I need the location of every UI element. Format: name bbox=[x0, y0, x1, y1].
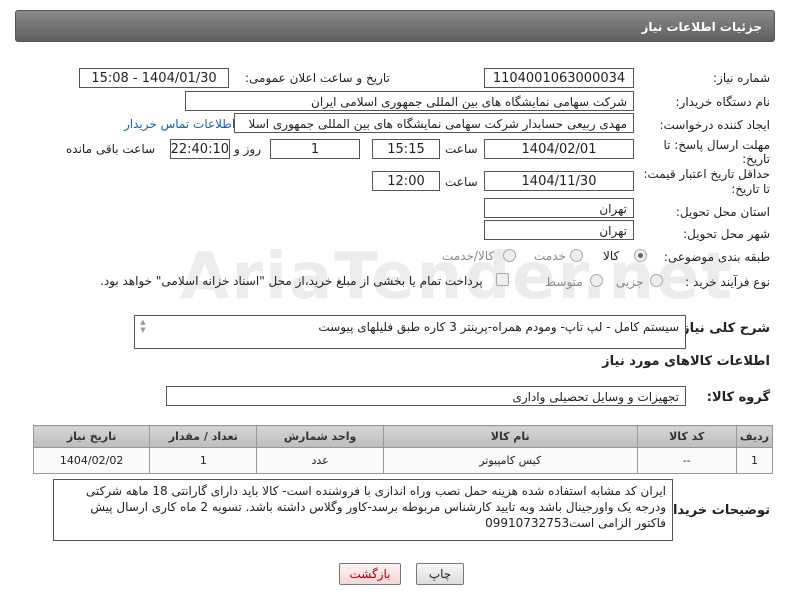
province-field: تهران bbox=[484, 198, 634, 218]
announce-label: تاریخ و ساعت اعلان عمومی: bbox=[245, 71, 390, 85]
cell-qty: 1 bbox=[149, 447, 258, 474]
col-header-name: نام کالا bbox=[382, 425, 638, 448]
goods-group-field: تجهیزات و وسایل تحصیلی واداری bbox=[166, 386, 686, 406]
buyer-notes-text: ایران کد مشابه استفاده شده هزینه حمل نصب… bbox=[85, 484, 666, 530]
process-radio-medium[interactable] bbox=[590, 274, 603, 287]
city-field: تهران bbox=[484, 220, 634, 240]
col-header-date: تاریخ نیاز bbox=[32, 425, 151, 448]
page-title: جزئیات اطلاعات نیاز bbox=[641, 20, 762, 34]
category-label: طبقه بندی موضوعی: bbox=[663, 250, 770, 264]
creator-label: ایجاد کننده درخواست: bbox=[659, 118, 770, 132]
process-option-minor: جزیی bbox=[616, 275, 644, 289]
description-label: شرح کلی نیاز: bbox=[676, 321, 770, 336]
deadline-time-label: ساعت bbox=[445, 142, 478, 156]
validity-time-field: 12:00 bbox=[372, 171, 440, 191]
remaining-time-field: 22:40:10 bbox=[170, 139, 230, 159]
col-header-row: ردیف bbox=[735, 425, 774, 448]
validity-label: حداقل تاریخ اعتبار قیمت: bbox=[643, 167, 770, 181]
print-button[interactable]: چاپ bbox=[416, 563, 464, 585]
items-table: ردیف کد کالا نام کالا واحد شمارش تعداد /… bbox=[32, 425, 774, 474]
city-label: شهر محل تحویل: bbox=[683, 227, 770, 241]
buyer-contact-link[interactable]: اطلاعات تماس خریدار bbox=[124, 117, 235, 131]
buyer-org-field: شرکت سهامی نمایشگاه های بین المللی جمهور… bbox=[185, 91, 634, 111]
category-option-goods: کالا bbox=[603, 249, 620, 263]
cell-name: کیس کامپیوتر bbox=[382, 447, 638, 474]
remaining-label: ساعت باقی مانده bbox=[66, 142, 156, 156]
need-number-label: شماره نیاز: bbox=[713, 71, 770, 85]
back-button[interactable]: بازگشت bbox=[339, 563, 401, 585]
deadline-date-field: 1404/02/01 bbox=[484, 139, 634, 159]
province-label: استان محل تحویل: bbox=[675, 205, 770, 219]
validity-date-field: 1404/11/30 bbox=[484, 171, 634, 191]
validity-label-2: تا تاریخ: bbox=[731, 182, 770, 196]
col-header-code: کد کالا bbox=[636, 425, 737, 448]
process-radio-minor[interactable] bbox=[650, 274, 663, 287]
deadline-label-2: تاریخ: bbox=[742, 152, 770, 166]
need-number-field: 1104001063000034 bbox=[484, 68, 634, 88]
col-header-qty: تعداد / مقدار bbox=[149, 425, 258, 448]
validity-time-label: ساعت bbox=[445, 175, 478, 189]
col-header-unit: واحد شمارش bbox=[256, 425, 384, 448]
process-label: نوع فرآیند خرید : bbox=[685, 275, 770, 289]
treasury-payment-checkbox[interactable] bbox=[496, 273, 509, 286]
category-option-service: خدمت bbox=[534, 249, 566, 263]
days-label: روز و bbox=[234, 142, 261, 156]
cell-row: 1 bbox=[735, 447, 774, 474]
creator-field: مهدی ربیعی حسابدار شرکت سهامی نمایشگاه ه… bbox=[234, 113, 634, 133]
treasury-payment-note: پرداخت تمام یا بخشی از مبلغ خرید،از محل … bbox=[100, 274, 483, 288]
days-field: 1 bbox=[270, 139, 360, 159]
deadline-label: مهلت ارسال پاسخ: تا bbox=[663, 138, 770, 152]
page-header: جزئیات اطلاعات نیاز bbox=[15, 10, 775, 42]
buyer-notes-textarea[interactable]: ایران کد مشابه استفاده شده هزینه حمل نصب… bbox=[53, 479, 673, 541]
buyer-org-label: نام دستگاه خریدار: bbox=[675, 95, 771, 109]
buyer-notes-label: توضیحات خریدار: bbox=[660, 503, 770, 518]
process-option-medium: متوسط bbox=[545, 275, 583, 289]
deadline-time-field: 15:15 bbox=[372, 139, 440, 159]
table-row: 1 -- کیس کامپیوتر عدد 1 1404/02/02 bbox=[32, 447, 774, 474]
items-table-header: ردیف کد کالا نام کالا واحد شمارش تعداد /… bbox=[32, 425, 774, 448]
category-radio-both[interactable] bbox=[503, 249, 516, 262]
goods-info-title: اطلاعات کالاهای مورد نیاز bbox=[602, 354, 770, 369]
category-radio-goods[interactable] bbox=[634, 249, 647, 262]
cell-code: -- bbox=[636, 447, 737, 474]
announce-field: 1404/01/30 - 15:08 bbox=[79, 68, 229, 88]
category-radio-service[interactable] bbox=[570, 249, 583, 262]
cell-unit: عدد bbox=[256, 447, 384, 474]
category-option-both: کالا/خدمت bbox=[442, 249, 495, 263]
description-textarea[interactable]: سیستم کامل - لپ تاپ- ومودم همراه-پرینتر … bbox=[134, 315, 686, 349]
cell-date: 1404/02/02 bbox=[32, 447, 151, 474]
description-scroll-arrows[interactable]: ▲ ▼ bbox=[138, 318, 148, 334]
description-text: سیستم کامل - لپ تاپ- ومودم همراه-پرینتر … bbox=[318, 320, 679, 334]
goods-group-label: گروه کالا: bbox=[706, 390, 770, 405]
